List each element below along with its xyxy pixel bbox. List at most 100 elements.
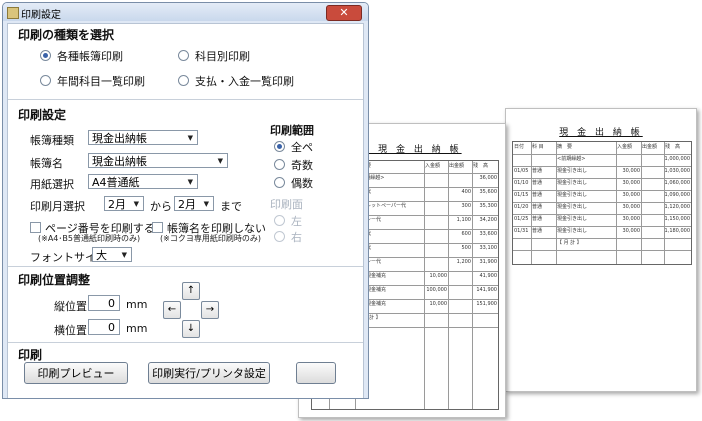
radio-range-all[interactable]: 全ペ [274, 139, 313, 155]
print-preview-button[interactable]: 印刷プレビュー [24, 362, 128, 384]
ledger-cell: 1,060,000 [664, 180, 690, 186]
print-side-heading: 印刷面 [270, 198, 303, 211]
ledger-cell: 30,000 [622, 204, 641, 210]
ledger-header-line [513, 154, 691, 155]
font-size-select[interactable]: 大 ▼ [92, 247, 132, 262]
ledger-cell: 36,000 [479, 175, 498, 181]
ledger-cell: 現金引き出し [557, 204, 588, 210]
ledger-row-line [513, 166, 691, 167]
ledger-cell: 01/20 [514, 204, 529, 210]
ledger-cell: 1,120,000 [664, 204, 690, 210]
ledger-cell: 141,900 [476, 287, 497, 293]
ledger-cell: 10,000 [429, 301, 448, 307]
ledger-header-cell: 科 目 [532, 144, 544, 150]
print-execute-button[interactable]: 印刷実行/プリンタ設定 [148, 362, 270, 384]
print-range-heading: 印刷範囲 [270, 124, 314, 137]
ledger-cell: 普通 [532, 216, 543, 222]
ledger-row-line [513, 178, 691, 179]
ledger-cell: 1,000,000 [664, 156, 690, 162]
ledger-cell: 普通 [532, 168, 543, 174]
move-up-button[interactable]: ↑ [182, 282, 200, 300]
ledger-name-label: 帳簿名 [30, 157, 63, 170]
ledger-header-cell: 出金額 [449, 163, 465, 169]
print-settings-dialog: 印刷設定 ✕ 印刷の種類を選択 各種帳簿印刷 科目別印刷 年間科目一覧印刷 支払… [2, 2, 369, 399]
ledger-cell: 100,000 [426, 287, 447, 293]
ledger-cell: 普通 [532, 180, 543, 186]
ledger-header-cell: 残 高 [473, 163, 489, 169]
ledger-header-cell: 出金額 [642, 144, 658, 150]
ledger-cell: 普通 [532, 228, 543, 234]
page-number-note: (※A4･B5普通紙印刷時のみ) [38, 234, 141, 243]
ledger-cell: 1,180,000 [664, 228, 690, 234]
radio-account-print[interactable]: 科目別印刷 [178, 48, 250, 64]
radio-range-even[interactable]: 偶数 [274, 175, 313, 191]
ledger-cell: 普通 [532, 192, 543, 198]
ledger-name-select[interactable]: 現金出納帳 ▼ [88, 153, 228, 168]
radio-dot-icon [274, 177, 285, 188]
radio-dot-icon [178, 50, 189, 61]
ledger-type-select[interactable]: 現金出納帳 ▼ [88, 130, 198, 145]
radio-dot-icon [274, 231, 285, 242]
ledger-cell: 31,900 [479, 259, 498, 265]
divider [8, 342, 363, 343]
ledger-cell: 現金引き出し [557, 168, 588, 174]
ledger-cell: 01/05 [514, 168, 529, 174]
paper-select[interactable]: A4普通紙 ▼ [88, 174, 198, 189]
horizontal-label: 横位置 [54, 324, 87, 337]
ledger-cell: 現金引き出し [557, 216, 588, 222]
move-down-button[interactable]: ↓ [182, 320, 200, 338]
ledger-cell: 【 月 計 】 [557, 240, 582, 246]
ledger-cell: 現金引き出し [557, 180, 588, 186]
month-to-select[interactable]: 2月 ▼ [174, 196, 214, 211]
to-text: まで [220, 200, 242, 213]
checkbox-icon [152, 222, 163, 233]
ledger-row-line [513, 238, 691, 239]
ledger-cell: 1,100 [456, 217, 471, 223]
divider [8, 99, 363, 100]
ledger-cell: 現金引き出し [557, 192, 588, 198]
checkbox-icon [30, 222, 41, 233]
move-left-button[interactable]: ← [163, 301, 181, 319]
dropdown-arrow-icon: ▼ [187, 134, 193, 142]
ledger-cell: 151,900 [476, 301, 497, 307]
ledger-cell: 01/15 [514, 192, 529, 198]
ledger-cell: 30,000 [622, 180, 641, 186]
ledger-cell: 01/10 [514, 180, 529, 186]
title-bar: 印刷設定 ✕ [3, 3, 368, 21]
print-type-heading: 印刷の種類を選択 [18, 28, 115, 42]
ledger-name-print-note: (※コクヨ専用紙印刷時のみ) [160, 234, 261, 243]
radio-side-left[interactable]: 左 [274, 213, 302, 229]
ledger-cell: <前期繰越> [557, 156, 586, 162]
vertical-input[interactable]: 0 [88, 295, 120, 311]
ledger-cell: 600 [461, 231, 471, 237]
month-from-select[interactable]: 2月 ▼ [104, 196, 144, 211]
ledger-cell: 1,090,000 [664, 192, 690, 198]
dropdown-arrow-icon: ▼ [133, 200, 139, 208]
dropdown-arrow-icon: ▼ [187, 178, 193, 186]
ledger-preview-back-table: 日付科 目摘 要入金額 出金額残 高 <前期繰越> 1,000,000 01/05 普通現… [512, 141, 692, 265]
vertical-unit: mm [126, 298, 148, 311]
radio-side-right[interactable]: 右 [274, 229, 302, 245]
radio-dot-icon [40, 75, 51, 86]
window-title: 印刷設定 [21, 10, 61, 21]
dialog-client: 印刷の種類を選択 各種帳簿印刷 科目別印刷 年間科目一覧印刷 支払・入金一覧印刷… [7, 23, 364, 398]
radio-range-odd[interactable]: 奇数 [274, 157, 313, 173]
paper-label: 用紙選択 [30, 178, 74, 191]
radio-annual-list-print[interactable]: 年間科目一覧印刷 [40, 73, 145, 89]
ledger-cell: 30,000 [622, 228, 641, 234]
ledger-cell: 41,900 [479, 273, 498, 279]
ledger-row-line [513, 202, 691, 203]
close-button[interactable]: ✕ [326, 5, 362, 21]
horizontal-input[interactable]: 0 [88, 319, 120, 335]
ledger-cell: 300 [461, 203, 471, 209]
radio-ledger-print[interactable]: 各種帳簿印刷 [40, 48, 123, 64]
ledger-cell: 1,200 [456, 259, 471, 265]
move-right-button[interactable]: → [201, 301, 219, 319]
dropdown-arrow-icon: ▼ [121, 251, 127, 259]
radio-dot-icon [274, 159, 285, 170]
radio-payment-list-print[interactable]: 支払・入金一覧印刷 [178, 73, 294, 89]
partial-button[interactable] [296, 362, 336, 384]
ledger-cell: 30,000 [622, 216, 641, 222]
ledger-cell: 400 [461, 189, 471, 195]
print-settings-heading: 印刷設定 [18, 108, 67, 122]
